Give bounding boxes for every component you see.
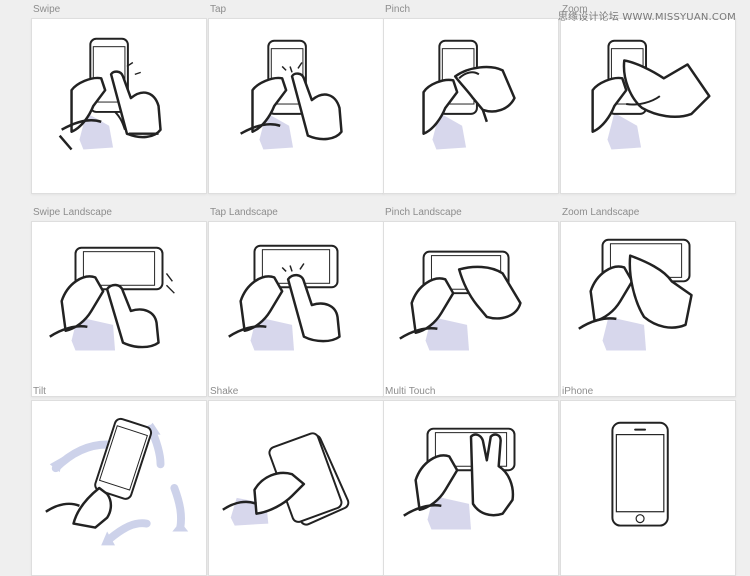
gesture-tile-pinch[interactable]: Pinch xyxy=(383,4,559,194)
pinch-gesture-icon xyxy=(422,39,516,150)
tile-label: Tilt xyxy=(33,386,46,397)
gesture-tile-zoom-landscape[interactable]: Zoom Landscape xyxy=(560,207,736,397)
gesture-tile-iphone[interactable]: iPhone xyxy=(560,386,736,576)
iphone-icon xyxy=(611,421,669,527)
gesture-tile-multi-touch[interactable]: Multi Touch xyxy=(383,386,559,576)
tap-landscape-gesture-icon xyxy=(228,244,341,351)
tile-card xyxy=(383,18,559,194)
tile-label: iPhone xyxy=(562,386,594,397)
tile-label: Shake xyxy=(210,386,239,397)
tile-label: Swipe Landscape xyxy=(33,207,112,218)
gesture-tile-pinch-landscape[interactable]: Pinch Landscape xyxy=(383,207,559,397)
tile-card xyxy=(208,221,384,397)
tile-label: Pinch Landscape xyxy=(385,207,462,218)
swipe-landscape-gesture-icon xyxy=(49,246,175,351)
tile-card xyxy=(560,221,736,397)
gesture-tile-swipe[interactable]: Swipe xyxy=(31,4,207,194)
tile-card xyxy=(31,400,207,576)
tile-card xyxy=(383,221,559,397)
tile-label: Tap Landscape xyxy=(210,207,278,218)
tile-label: Swipe xyxy=(33,4,61,15)
tile-label: Multi Touch xyxy=(385,386,436,397)
tap-gesture-icon xyxy=(240,39,343,150)
gesture-tile-tap[interactable]: Tap xyxy=(208,4,384,194)
tile-label: Pinch xyxy=(385,4,411,15)
gesture-tile-shake[interactable]: Shake xyxy=(208,386,384,576)
gesture-tile-tap-landscape[interactable]: Tap Landscape xyxy=(208,207,384,397)
swipe-gesture-icon xyxy=(58,37,162,151)
gesture-tile-swipe-landscape[interactable]: Swipe Landscape xyxy=(31,207,207,397)
tile-card xyxy=(31,18,207,194)
zoom-gesture-icon xyxy=(591,39,711,150)
multi-touch-gesture-icon xyxy=(403,427,516,530)
pinch-landscape-gesture-icon xyxy=(399,250,522,351)
zoom-landscape-gesture-icon xyxy=(578,238,693,351)
tile-card xyxy=(383,400,559,576)
tile-card xyxy=(31,221,207,397)
shake-gesture-icon xyxy=(222,432,350,526)
tile-card xyxy=(560,400,736,576)
tile-label: Zoom Landscape xyxy=(562,207,640,218)
tilt-gesture-icon xyxy=(45,417,189,546)
watermark: 思缘设计论坛 WWW.MISSYUAN.COM xyxy=(557,12,736,23)
tile-card xyxy=(208,18,384,194)
gesture-tile-tilt[interactable]: Tilt xyxy=(31,386,207,576)
tile-card xyxy=(560,18,736,194)
tile-card xyxy=(208,400,384,576)
tile-label: Tap xyxy=(210,4,227,15)
gesture-tile-zoom[interactable]: Zoom xyxy=(560,4,736,194)
